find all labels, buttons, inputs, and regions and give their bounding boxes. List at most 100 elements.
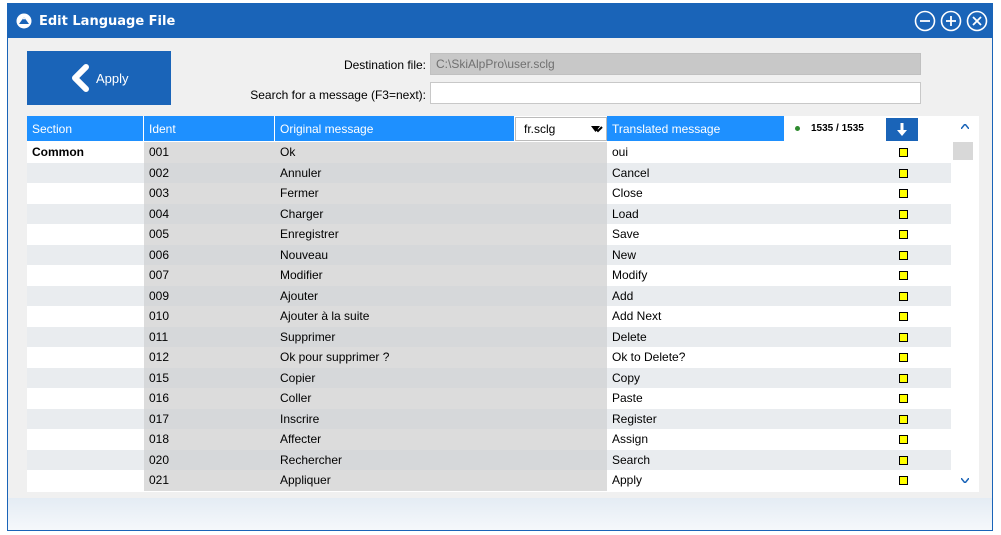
table-row[interactable]: 009 Ajouter Add: [27, 285, 951, 307]
table-row[interactable]: 011 Supprimer Delete: [27, 326, 951, 348]
translated-message-cell[interactable]: Delete: [607, 327, 895, 348]
translation-flag-icon[interactable]: [899, 435, 908, 444]
translated-message-cell[interactable]: oui: [607, 142, 895, 163]
section-cell: [27, 183, 144, 204]
translation-flag-icon[interactable]: [899, 168, 908, 178]
status-dot-icon: [795, 126, 800, 131]
translated-message-cell[interactable]: Ok to Delete?: [607, 347, 895, 368]
translated-message-cell[interactable]: Assign: [607, 429, 895, 450]
ident-cell: 009: [144, 285, 275, 306]
search-input[interactable]: [430, 82, 921, 104]
ident-cell: 006: [144, 244, 275, 265]
translation-flag-icon[interactable]: [899, 394, 908, 403]
translated-message-cell[interactable]: Copy: [607, 368, 895, 389]
flag-cell: [895, 245, 919, 266]
flag-cell: [895, 388, 919, 409]
apply-button[interactable]: Apply: [27, 51, 171, 105]
table-row[interactable]: 016 Coller Paste: [27, 388, 951, 409]
header-original[interactable]: Original message: [275, 116, 515, 141]
ident-cell: 004: [144, 203, 275, 224]
chevron-down-icon: [591, 126, 600, 132]
translated-message-cell[interactable]: Add: [607, 286, 895, 307]
scroll-up-icon[interactable]: [961, 124, 969, 129]
translated-message-cell[interactable]: Add Next: [607, 306, 895, 327]
translation-flag-icon[interactable]: [899, 414, 908, 424]
messages-grid: Section Ident Original message fr.sclg T…: [27, 116, 979, 492]
table-row[interactable]: 021 Appliquer Apply: [27, 470, 951, 491]
section-cell: [27, 286, 144, 307]
grid-rows: Common 001 Ok oui 002 Annuler Cancel 003 Fermer C…: [27, 142, 951, 491]
original-message-cell: Appliquer: [275, 470, 607, 491]
translation-flag-icon[interactable]: [899, 291, 908, 301]
translated-message-cell[interactable]: Modify: [607, 265, 895, 286]
translated-message-cell[interactable]: Paste: [607, 388, 895, 409]
table-row[interactable]: 007 Modifier Modify: [27, 265, 951, 286]
table-row[interactable]: 004 Charger Load: [27, 203, 951, 225]
vertical-scrollbar[interactable]: [951, 116, 979, 492]
ident-cell: 002: [144, 162, 275, 183]
table-row[interactable]: 020 Rechercher Search: [27, 449, 951, 471]
translation-flag-icon[interactable]: [899, 373, 908, 383]
destination-file-field[interactable]: [430, 53, 921, 75]
translated-message-cell[interactable]: Register: [607, 409, 895, 430]
translation-flag-icon[interactable]: [899, 271, 908, 280]
table-row[interactable]: 006 Nouveau New: [27, 244, 951, 266]
table-row[interactable]: 005 Enregistrer Save: [27, 224, 951, 245]
translation-flag-icon[interactable]: [899, 189, 908, 198]
ident-cell: 011: [144, 326, 275, 347]
original-message-cell: Rechercher: [275, 449, 607, 470]
flag-cell: [895, 327, 919, 348]
minimize-icon[interactable]: [914, 10, 936, 32]
translated-message-cell[interactable]: Apply: [607, 470, 895, 491]
edit-language-window: Edit Language File Apply Destination fil…: [7, 3, 993, 531]
table-row[interactable]: 010 Ajouter à la suite Add Next: [27, 306, 951, 327]
header-ident[interactable]: Ident: [144, 116, 275, 141]
table-row[interactable]: Common 001 Ok oui: [27, 142, 951, 163]
scrollbar-thumb[interactable]: [953, 142, 973, 160]
translated-message-cell[interactable]: Cancel: [607, 163, 895, 184]
table-row[interactable]: 015 Copier Copy: [27, 367, 951, 389]
translation-flag-icon[interactable]: [899, 312, 908, 321]
original-message-cell: Ok: [275, 142, 607, 163]
translated-message-cell[interactable]: New: [607, 245, 895, 266]
translation-flag-icon[interactable]: [899, 209, 908, 219]
section-cell: [27, 347, 144, 368]
table-row[interactable]: 012 Ok pour supprimer ? Ok to Delete?: [27, 347, 951, 368]
original-message-cell: Annuler: [275, 162, 607, 183]
original-message-cell: Affecter: [275, 429, 607, 450]
translation-flag-icon[interactable]: [899, 353, 908, 362]
original-message-cell: Nouveau: [275, 244, 607, 265]
translated-message-cell[interactable]: Search: [607, 450, 895, 471]
ident-cell: 017: [144, 408, 275, 429]
flag-cell: [895, 224, 919, 245]
table-row[interactable]: 003 Fermer Close: [27, 183, 951, 204]
translation-flag-icon[interactable]: [899, 230, 908, 239]
table-row[interactable]: 018 Affecter Assign: [27, 429, 951, 450]
original-message-cell: Enregistrer: [275, 224, 607, 245]
translation-flag-icon[interactable]: [899, 148, 908, 157]
scroll-down-icon[interactable]: [961, 478, 969, 483]
translation-flag-icon[interactable]: [899, 455, 908, 465]
download-button[interactable]: [886, 118, 918, 141]
original-message-cell: Copier: [275, 367, 607, 388]
table-row[interactable]: 002 Annuler Cancel: [27, 162, 951, 184]
translation-flag-icon[interactable]: [899, 332, 908, 342]
flag-cell: [895, 409, 919, 430]
translated-message-cell[interactable]: Close: [607, 183, 895, 204]
translated-message-cell[interactable]: Load: [607, 204, 895, 225]
ident-cell: 010: [144, 306, 275, 327]
section-cell: [27, 368, 144, 389]
flag-cell: [895, 306, 919, 327]
translation-flag-icon[interactable]: [899, 476, 908, 485]
header-translated[interactable]: Translated message: [607, 116, 785, 141]
translated-message-cell[interactable]: Save: [607, 224, 895, 245]
section-cell: [27, 204, 144, 225]
header-section[interactable]: Section: [27, 116, 144, 141]
close-icon[interactable]: [966, 10, 988, 32]
maximize-icon[interactable]: [940, 10, 962, 32]
ident-cell: 015: [144, 367, 275, 388]
ident-cell: 012: [144, 347, 275, 368]
translation-flag-icon[interactable]: [899, 250, 908, 260]
table-row[interactable]: 017 Inscrire Register: [27, 408, 951, 430]
section-cell: [27, 224, 144, 245]
